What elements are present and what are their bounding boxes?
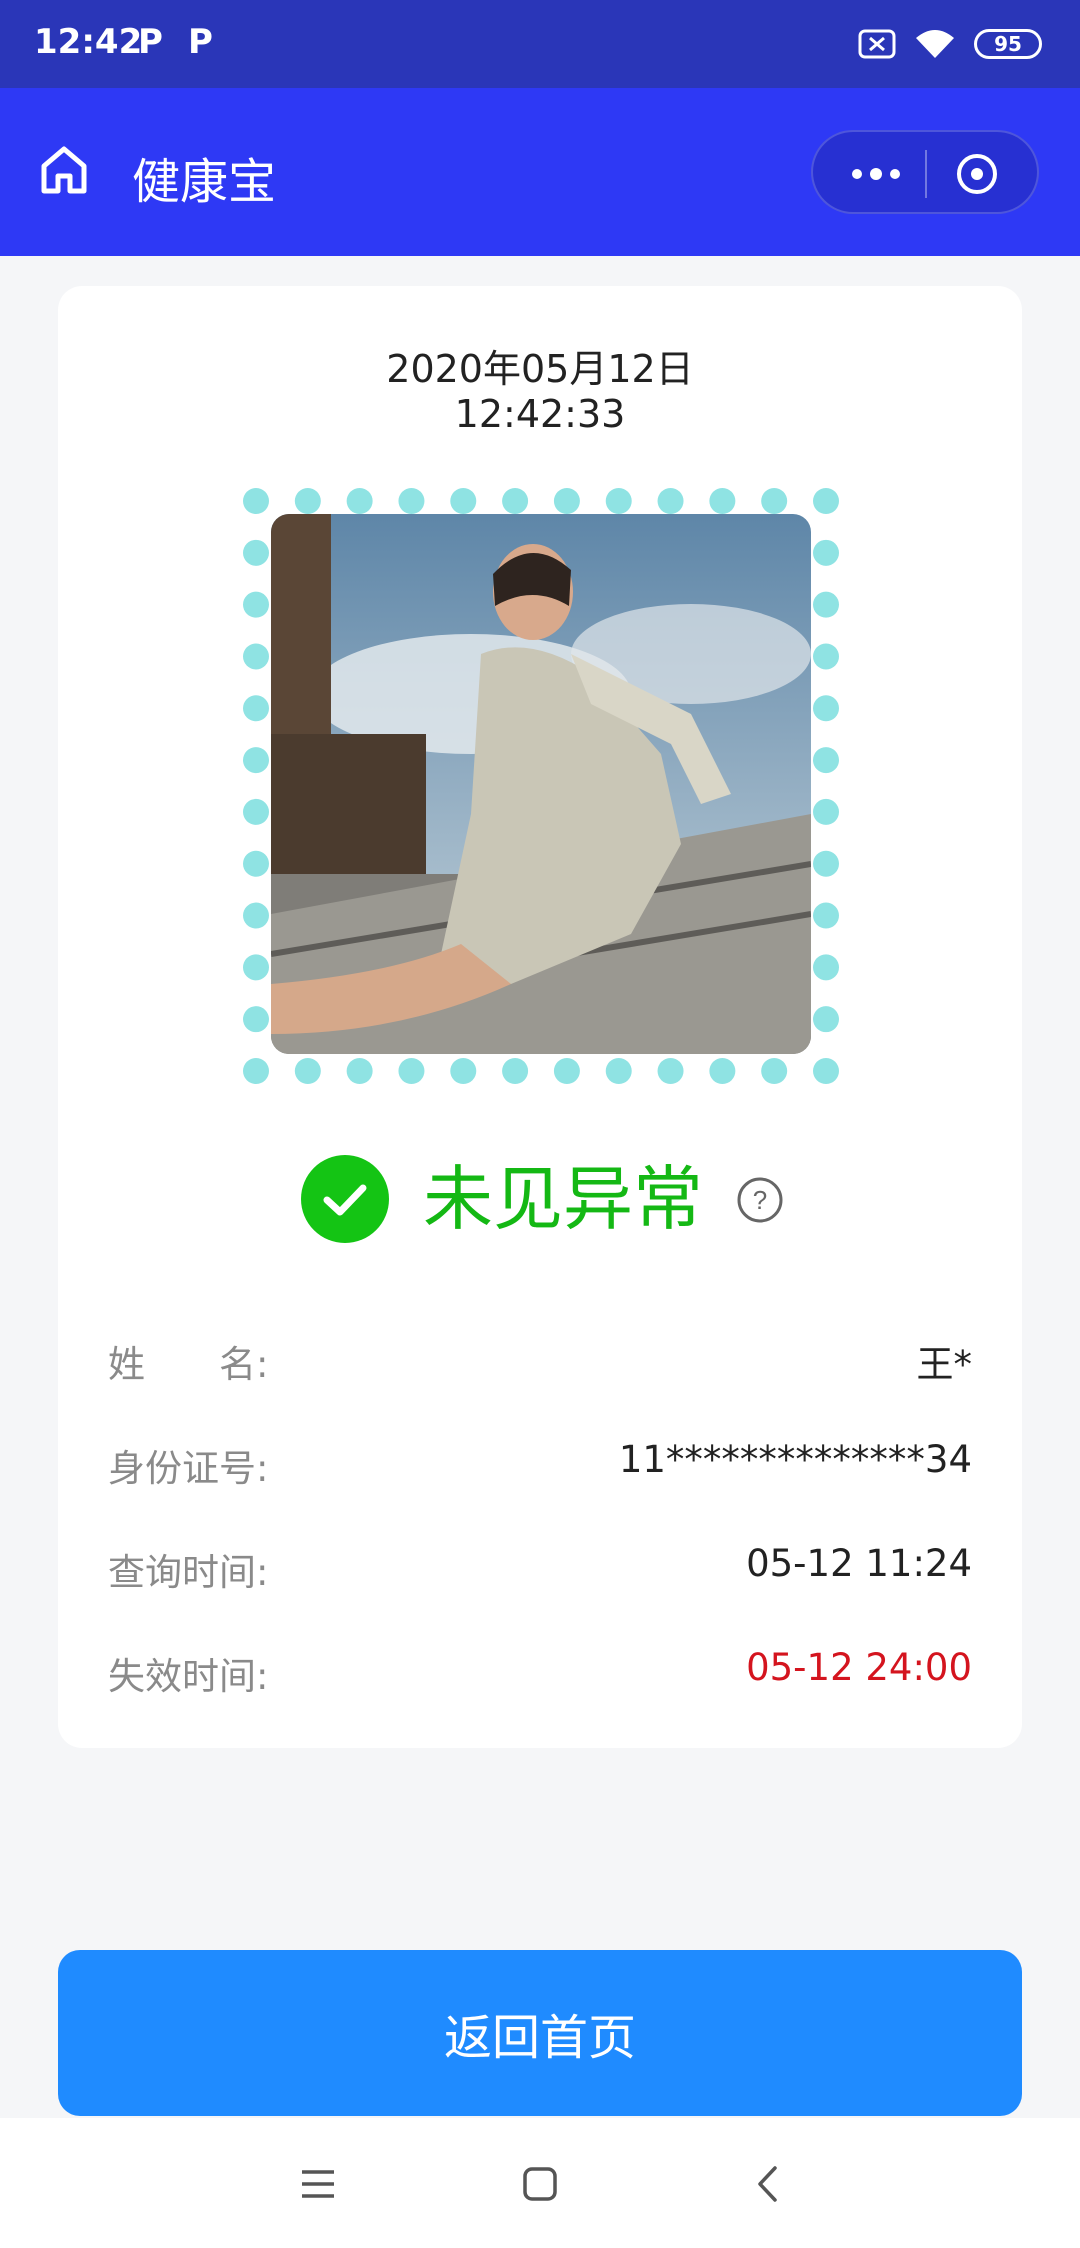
frame-dot bbox=[243, 902, 269, 929]
app-title: 健康宝 bbox=[132, 154, 277, 210]
frame-dot bbox=[813, 798, 839, 825]
frame-dot bbox=[502, 488, 529, 514]
frame-dot bbox=[346, 1058, 373, 1084]
status-icons: 95 bbox=[858, 24, 1042, 64]
frame-dot bbox=[813, 539, 839, 566]
id-value: 11**************34 bbox=[618, 1438, 972, 1481]
frame-dot bbox=[294, 488, 321, 514]
frame-dot bbox=[243, 643, 269, 670]
check-circle-icon bbox=[301, 1155, 389, 1243]
frame-dot bbox=[243, 747, 269, 774]
frame-dot bbox=[243, 539, 269, 566]
frame-dot bbox=[450, 1058, 477, 1084]
query-time-label: 查询时间: bbox=[108, 1551, 269, 1594]
battery-level: 95 bbox=[974, 29, 1042, 59]
frame-dot bbox=[243, 1006, 269, 1033]
query-time-value: 05-12 11:24 bbox=[746, 1542, 972, 1585]
help-icon[interactable]: ? bbox=[736, 1176, 784, 1224]
capsule-divider bbox=[925, 150, 927, 198]
status-bar: 12:42 P P 95 bbox=[0, 0, 1080, 88]
query-date: 2020年05月12日 bbox=[386, 347, 694, 391]
frame-dot bbox=[813, 695, 839, 722]
id-label: 身份证号: bbox=[108, 1447, 269, 1490]
frame-dot bbox=[553, 488, 580, 514]
frame-dot bbox=[398, 488, 425, 514]
status-time: 12:42 bbox=[34, 22, 143, 62]
frame-dot bbox=[813, 591, 839, 618]
frame-dot bbox=[553, 1058, 580, 1084]
frame-dot bbox=[813, 902, 839, 929]
expire-time-label: 失效时间: bbox=[108, 1655, 269, 1698]
health-status: 未见异常 ? bbox=[58, 1146, 1022, 1246]
frame-dot bbox=[813, 850, 839, 877]
frame-dot bbox=[605, 1058, 632, 1084]
frame-dot bbox=[761, 488, 788, 514]
frame-dot bbox=[243, 798, 269, 825]
frame-dot bbox=[346, 488, 373, 514]
back-icon[interactable] bbox=[740, 2156, 796, 2212]
query-clock: 12:42:33 bbox=[454, 392, 626, 436]
menu-icon[interactable] bbox=[290, 2156, 346, 2212]
frame-dot bbox=[813, 1006, 839, 1033]
frame-dot bbox=[243, 591, 269, 618]
photo-frame bbox=[241, 486, 841, 1086]
frame-dot bbox=[813, 1058, 839, 1084]
health-code-card: 2020年05月12日 12:42:33 未见异常 ? 姓 名: 王* 身份证号… bbox=[58, 286, 1022, 1748]
frame-dot bbox=[398, 1058, 425, 1084]
info-row-query-time: 查询时间: 05-12 11:24 bbox=[108, 1542, 972, 1602]
wifi-icon bbox=[916, 30, 954, 58]
info-row-name: 姓 名: 王* bbox=[108, 1334, 972, 1394]
info-row-id: 身份证号: 11**************34 bbox=[108, 1438, 972, 1498]
frame-dot bbox=[813, 747, 839, 774]
user-photo bbox=[271, 514, 811, 1054]
frame-dot bbox=[709, 488, 736, 514]
parking-notification-icon: P bbox=[138, 22, 163, 62]
frame-dot bbox=[813, 643, 839, 670]
parking-notification-icon: P bbox=[188, 22, 213, 62]
frame-dot bbox=[502, 1058, 529, 1084]
app-bar: 健康宝 bbox=[0, 88, 1080, 256]
home-nav-icon[interactable] bbox=[512, 2156, 568, 2212]
frame-dot bbox=[294, 1058, 321, 1084]
frame-dot bbox=[709, 1058, 736, 1084]
frame-dot bbox=[243, 850, 269, 877]
status-label: 未见异常 bbox=[423, 1158, 703, 1240]
photo-image bbox=[271, 514, 811, 1054]
expire-time-value: 05-12 24:00 bbox=[746, 1646, 972, 1689]
frame-dot bbox=[243, 488, 269, 514]
frame-dot bbox=[605, 488, 632, 514]
no-sim-icon bbox=[858, 29, 896, 59]
name-label: 姓 名: bbox=[108, 1343, 269, 1386]
system-nav-bar bbox=[0, 2118, 1080, 2248]
frame-dot bbox=[450, 488, 477, 514]
frame-dot bbox=[657, 1058, 684, 1084]
frame-dot bbox=[761, 1058, 788, 1084]
home-icon[interactable] bbox=[38, 144, 90, 196]
frame-dot bbox=[813, 954, 839, 981]
name-value: 王* bbox=[916, 1343, 973, 1386]
svg-text:?: ? bbox=[753, 1185, 767, 1215]
info-row-expire-time: 失效时间: 05-12 24:00 bbox=[108, 1646, 972, 1706]
mini-program-capsule bbox=[811, 130, 1039, 214]
frame-dot bbox=[243, 954, 269, 981]
more-icon[interactable] bbox=[841, 150, 911, 198]
return-home-button[interactable]: 返回首页 bbox=[58, 1950, 1022, 2116]
close-icon[interactable] bbox=[953, 150, 1001, 198]
frame-dot bbox=[243, 695, 269, 722]
frame-dot bbox=[657, 488, 684, 514]
frame-dot bbox=[243, 1058, 269, 1084]
frame-dot bbox=[813, 488, 839, 514]
